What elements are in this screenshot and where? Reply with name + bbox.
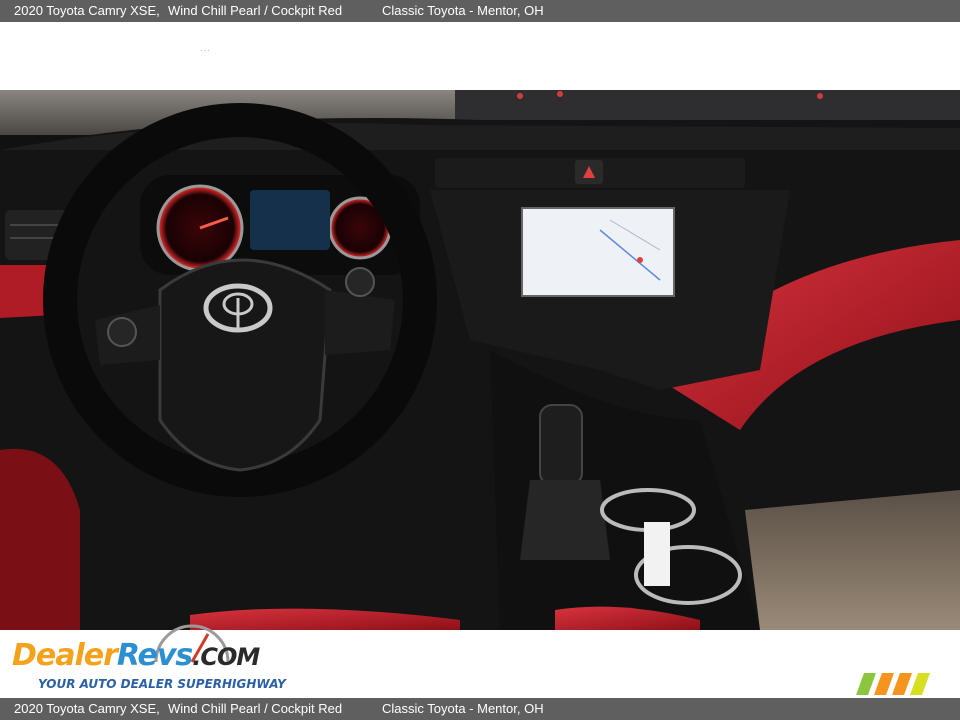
vehicle-title: 2020 Toyota Camry XSE, [14, 3, 160, 18]
vehicle-color: Wind Chill Pearl / Cockpit Red [168, 701, 343, 716]
ad-space: ··· [0, 22, 960, 90]
caption-bar-top: 2020 Toyota Camry XSE, Wind Chill Pearl … [0, 0, 960, 22]
vehicle-color: Wind Chill Pearl / Cockpit Red [168, 3, 343, 18]
dealerrevs-logo[interactable]: DealerRevs.COM [12, 638, 260, 673]
right-spoke [325, 290, 395, 355]
caption-bar-bottom: 2020 Toyota Camry XSE, Wind Chill Pearl … [0, 698, 960, 720]
dealer-name: Classic Toyota - Mentor, OH [382, 3, 544, 18]
hang-tag [644, 522, 670, 586]
gear-shifter [539, 404, 583, 486]
stripes-logo-icon [856, 673, 930, 695]
passenger-floor [745, 490, 960, 630]
vehicle-title: 2020 Toyota Camry XSE, [14, 701, 160, 716]
shifter-boot [520, 480, 610, 560]
driver-display [250, 190, 330, 250]
dealer-name: Classic Toyota - Mentor, OH [382, 701, 544, 716]
dashboard-illustration [0, 90, 960, 630]
ad-dots: ··· [200, 46, 211, 55]
footer-branding: DealerRevs.COM YOUR AUTO DEALER SUPERHIG… [0, 624, 960, 698]
logo-tagline: YOUR AUTO DEALER SUPERHIGHWAY [38, 677, 286, 691]
steering-hub [158, 258, 332, 472]
vehicle-photo [0, 90, 960, 630]
infotainment-screen [521, 207, 675, 297]
